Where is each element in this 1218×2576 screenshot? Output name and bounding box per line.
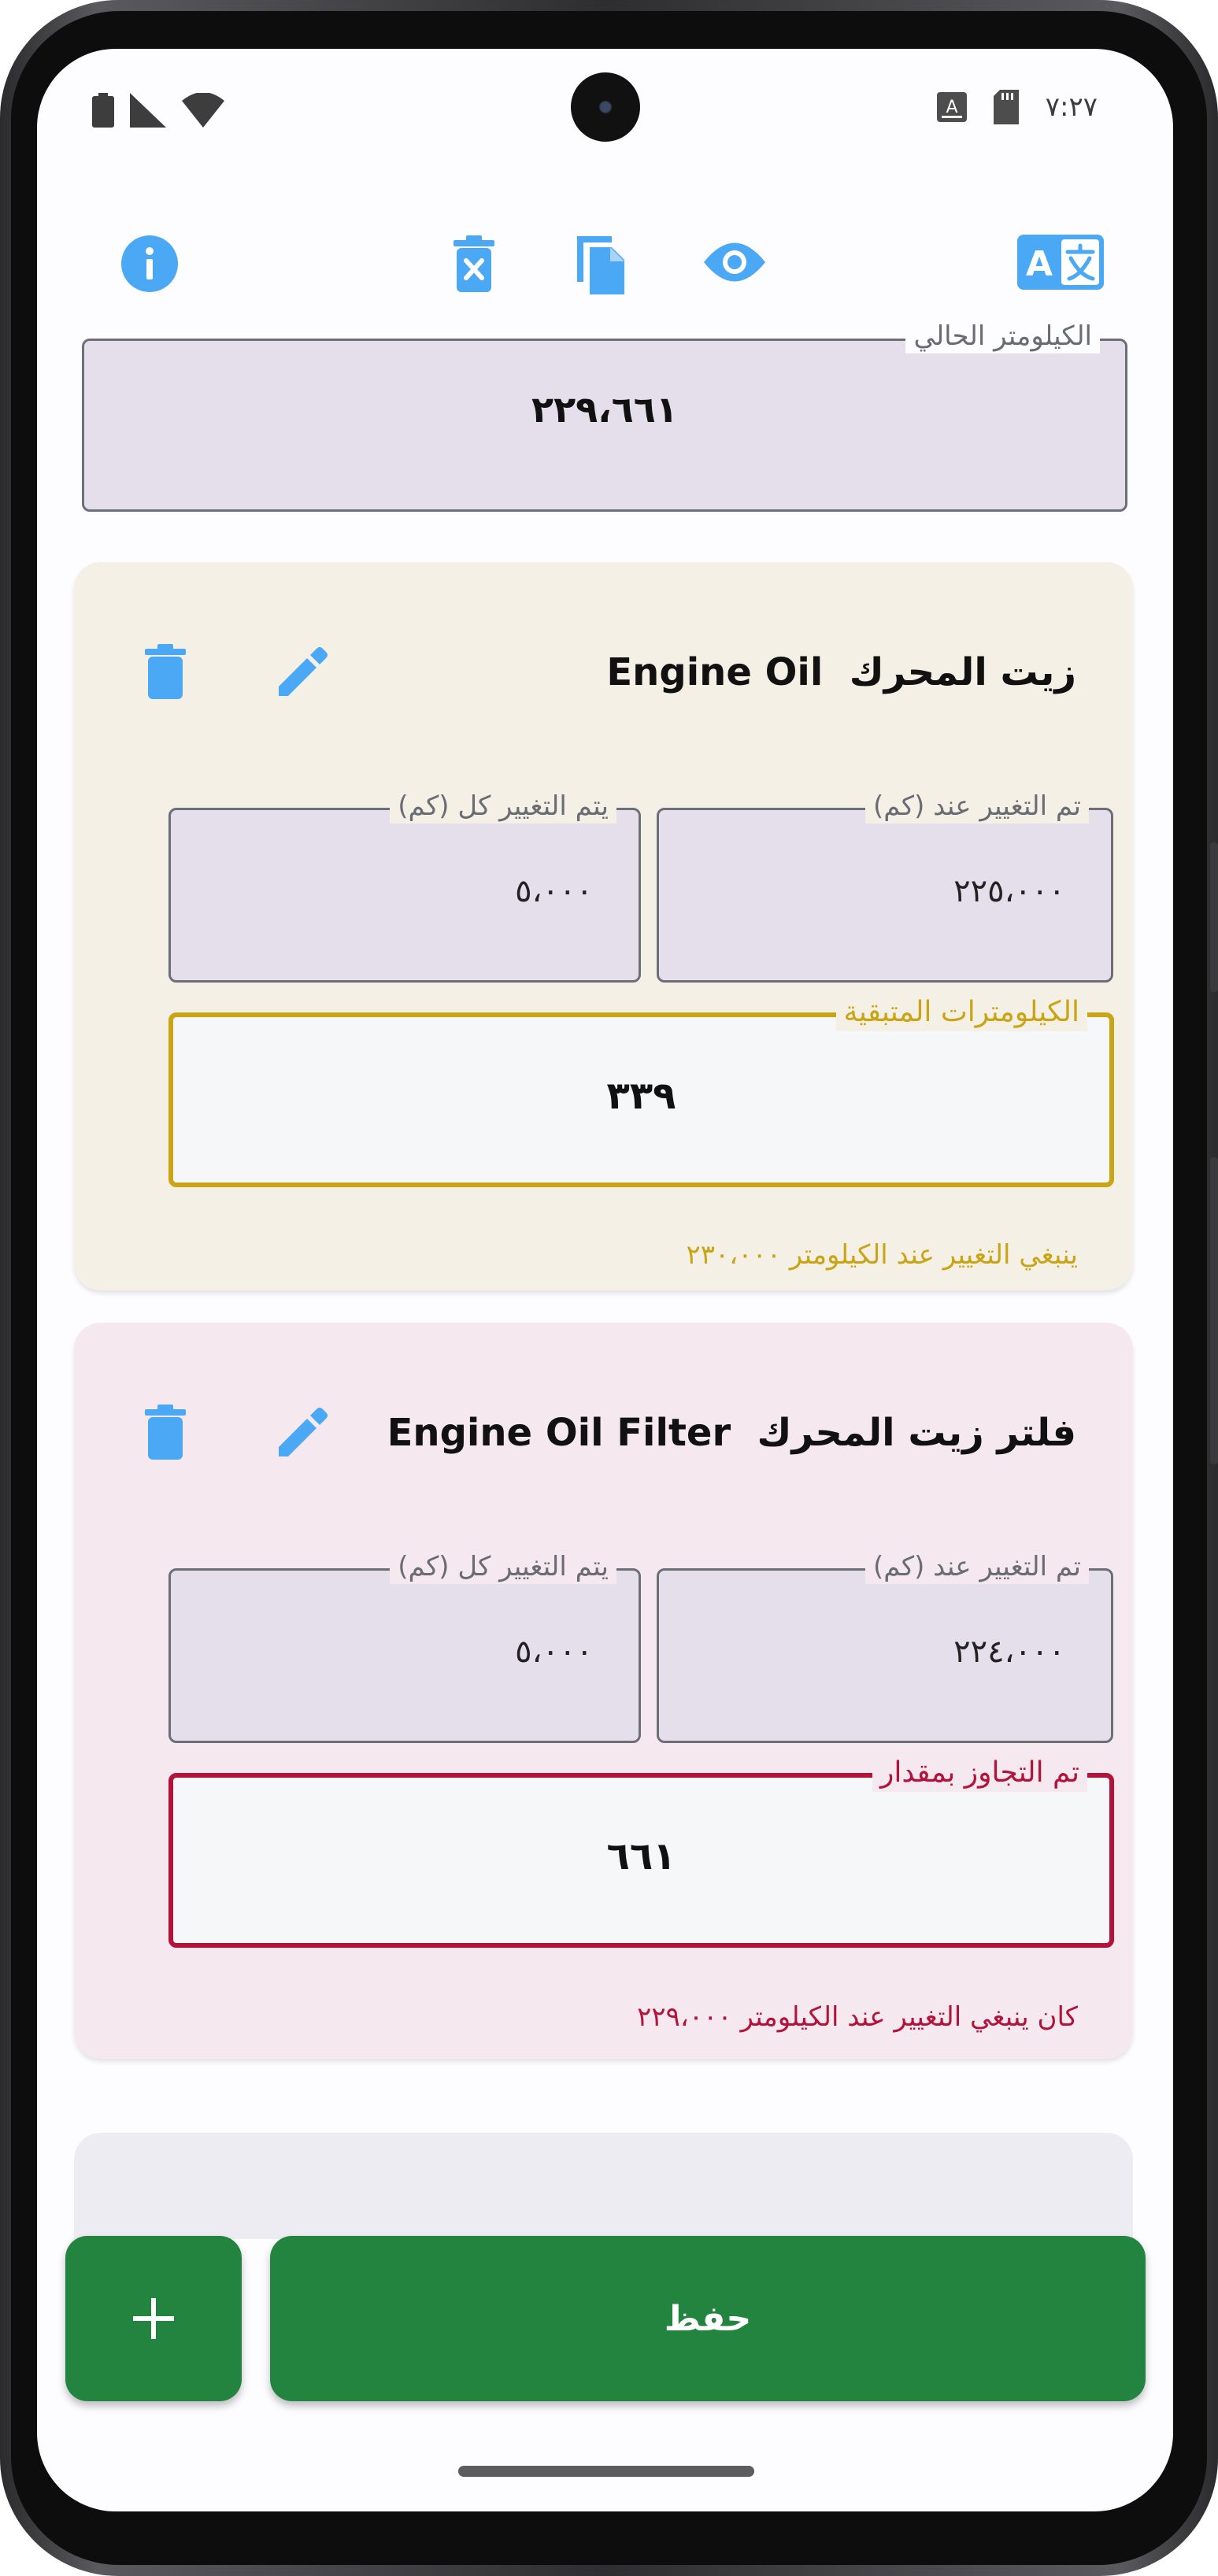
battery-icon xyxy=(92,93,114,128)
interval-label: يتم التغيير كل (كم) xyxy=(390,789,616,824)
wifi-icon xyxy=(182,93,224,128)
remaining-km-label: الكيلومترات المتبقية xyxy=(835,994,1087,1031)
changed-at-value: ٢٢٤،٠٠٠ xyxy=(953,1634,1065,1670)
svg-text:A: A xyxy=(946,98,957,117)
cell-signal-icon xyxy=(130,93,166,128)
maintenance-card-partial xyxy=(74,2133,1133,2239)
changed-at-field[interactable]: تم التغيير عند (كم) ٢٢٤،٠٠٠ xyxy=(657,1549,1113,1743)
maintenance-card: زيت المحرك Engine Oil تم التغيير عند (كم… xyxy=(74,562,1133,1290)
interval-field[interactable]: يتم التغيير كل (كم) ٥،٠٠٠ xyxy=(168,789,641,983)
power-button xyxy=(1210,1157,1218,1464)
add-item-button[interactable] xyxy=(65,2236,242,2401)
card-title-ar: زيت المحرك xyxy=(849,650,1076,694)
edit-icon[interactable] xyxy=(276,644,331,699)
remaining-km-field: الكيلومترات المتبقية ٣٣٩ xyxy=(168,994,1114,1187)
current-km-value: ٢٢٩،٦٦١ xyxy=(531,388,678,431)
remaining-km-value: ٣٣٩ xyxy=(606,1074,676,1118)
card-title: زيت المحرك Engine Oil xyxy=(606,650,1076,694)
current-km-label: الكيلومتر الحالي xyxy=(905,319,1100,353)
change-due-text: ينبغي التغيير عند الكيلومتر ٢٣٠،٠٠٠ xyxy=(686,1239,1078,1271)
volume-button xyxy=(1210,842,1218,992)
overdue-km-value: ٦٦١ xyxy=(606,1834,676,1878)
change-due-text: كان ينبغي التغيير عند الكيلومتر ٢٢٩،٠٠٠ xyxy=(637,2001,1078,2033)
interval-value: ٥،٠٠٠ xyxy=(515,1634,593,1670)
changed-at-field[interactable]: تم التغيير عند (كم) ٢٢٥،٠٠٠ xyxy=(657,789,1113,983)
overdue-km-field: تم التجاوز بمقدار ٦٦١ xyxy=(168,1754,1114,1948)
changed-at-value: ٢٢٥،٠٠٠ xyxy=(953,873,1065,909)
screen: A ٧:٢٧ A الكيلومتر الحالي ٢٢٩،٦٦١ زيت ال… xyxy=(37,49,1173,2511)
info-icon[interactable] xyxy=(120,234,180,294)
interval-value: ٥،٠٠٠ xyxy=(515,873,593,909)
card-title-en: Engine Oil Filter xyxy=(387,1411,731,1455)
overdue-km-label: تم التجاوز بمقدار xyxy=(872,1754,1087,1792)
delete-icon[interactable] xyxy=(143,1405,187,1460)
status-icons-left xyxy=(92,93,224,128)
maintenance-card: فلتر زيت المحرك Engine Oil Filter تم الت… xyxy=(74,1323,1133,2059)
interval-field[interactable]: يتم التغيير كل (كم) ٥،٠٠٠ xyxy=(168,1549,641,1743)
translate-icon[interactable]: A xyxy=(1017,235,1104,290)
delete-all-icon[interactable] xyxy=(452,234,496,294)
card-title-en: Engine Oil xyxy=(606,650,824,694)
delete-icon[interactable] xyxy=(143,644,187,699)
save-button[interactable]: حفظ xyxy=(270,2236,1146,2401)
preview-icon[interactable] xyxy=(702,238,767,287)
changed-at-label: تم التغيير عند (كم) xyxy=(865,1549,1089,1584)
current-km-field[interactable]: الكيلومتر الحالي ٢٢٩،٦٦١ xyxy=(82,319,1127,512)
sd-card-icon xyxy=(993,90,1019,124)
status-icons-right: A ٧:٢٧ xyxy=(936,90,1098,124)
front-camera xyxy=(571,72,640,142)
card-title-ar: فلتر زيت المحرك xyxy=(757,1411,1076,1455)
status-time: ٧:٢٧ xyxy=(1045,91,1098,123)
card-title: فلتر زيت المحرك Engine Oil Filter xyxy=(387,1411,1076,1455)
edit-icon[interactable] xyxy=(276,1405,331,1460)
home-indicator[interactable] xyxy=(458,2466,754,2477)
plus-icon xyxy=(133,2298,174,2339)
interval-label: يتم التغيير كل (كم) xyxy=(390,1549,616,1584)
copy-icon[interactable] xyxy=(572,230,629,296)
keyboard-notification-icon: A xyxy=(936,92,967,122)
changed-at-label: تم التغيير عند (كم) xyxy=(865,789,1089,824)
svg-text:A: A xyxy=(1026,244,1053,284)
